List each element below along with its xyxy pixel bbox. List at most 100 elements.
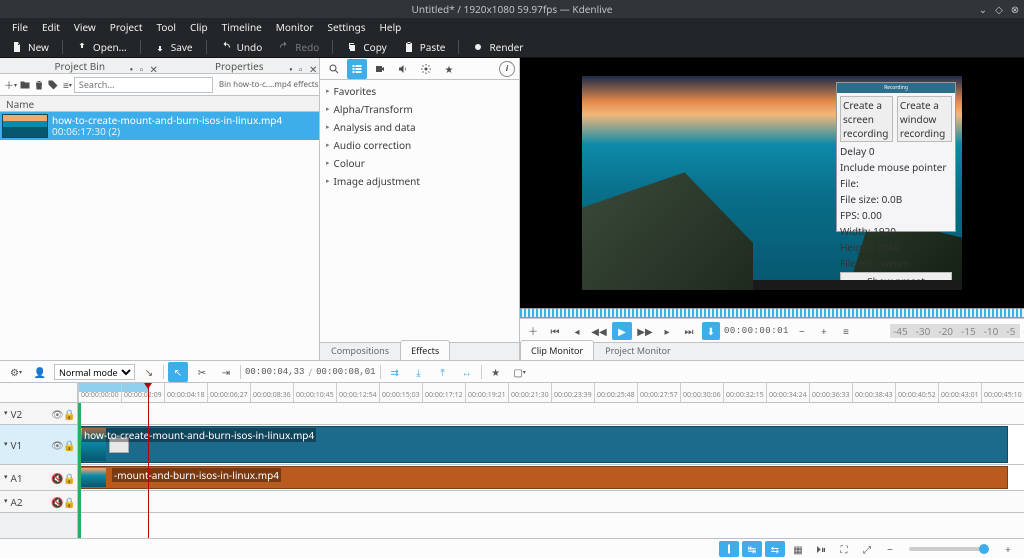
lock-icon[interactable]: 🔒 bbox=[63, 438, 73, 452]
lock-icon[interactable]: 🔒 bbox=[63, 407, 73, 421]
fx-cat-colour[interactable]: Colour bbox=[320, 154, 519, 172]
custom-effects-icon[interactable] bbox=[416, 59, 436, 79]
menu-file[interactable]: File bbox=[6, 18, 34, 36]
properties-tab[interactable]: Properties•▫✕ bbox=[160, 58, 320, 74]
snap-icon[interactable]: ⇆ bbox=[765, 541, 785, 557]
window-maximize-icon[interactable]: ◇ bbox=[994, 4, 1004, 14]
menu-timeline[interactable]: Timeline bbox=[216, 18, 268, 36]
clip-monitor-viewport[interactable]: Recording Create a screen recordingCreat… bbox=[520, 58, 1024, 308]
render-button[interactable]: Render bbox=[465, 37, 530, 57]
copy-button[interactable]: Copy bbox=[339, 37, 393, 57]
window-close-icon[interactable]: ⊗ bbox=[1010, 4, 1020, 14]
timeline-tracks[interactable]: 00:00:00:0000:00:02:0900:00:04:1800:00:0… bbox=[78, 383, 1024, 538]
menu-tool[interactable]: Tool bbox=[150, 18, 182, 36]
razor-tool-icon[interactable]: ✂ bbox=[192, 362, 212, 382]
tc-dec-icon[interactable]: − bbox=[793, 322, 811, 340]
trim-mode-icon[interactable]: ↘ bbox=[139, 362, 159, 382]
zone-icon[interactable]: ⬇ bbox=[702, 322, 720, 340]
tab-effects[interactable]: Effects bbox=[400, 340, 450, 360]
audio-effects-icon[interactable] bbox=[393, 59, 413, 79]
favorite-icon[interactable]: ★ bbox=[486, 362, 506, 382]
timeline-clip-video[interactable]: how-to-create-mount-and-burn-isos-in-lin… bbox=[78, 426, 1008, 463]
tab-compositions[interactable]: Compositions bbox=[320, 340, 400, 360]
delete-clip-icon[interactable] bbox=[33, 76, 45, 94]
options-icon[interactable]: ≡▾ bbox=[63, 76, 72, 94]
fx-cat-analysis[interactable]: Analysis and data bbox=[320, 118, 519, 136]
timeline-clip-audio[interactable]: -mount-and-burn-isos-in-linux.mp4 bbox=[78, 466, 1008, 489]
track-a2[interactable] bbox=[78, 491, 1024, 513]
menu-project[interactable]: Project bbox=[104, 18, 149, 36]
tag-icon[interactable] bbox=[47, 76, 59, 94]
fit-zoom-icon[interactable]: ⤢ bbox=[857, 541, 877, 557]
timeline-position[interactable]: 00:00:04,33 bbox=[245, 367, 304, 377]
preview-render-icon[interactable]: ▢▾ bbox=[510, 362, 530, 382]
tc-inc-icon[interactable]: + bbox=[815, 322, 833, 340]
track-compositing-icon[interactable]: 👤 bbox=[30, 362, 50, 382]
show-audio-icon[interactable]: ⏵⏸ bbox=[811, 541, 831, 557]
menu-help[interactable]: Help bbox=[374, 18, 408, 36]
snap-v-icon[interactable] bbox=[719, 541, 739, 557]
mute-icon[interactable]: 🔇 bbox=[51, 495, 61, 509]
go-next-icon[interactable]: ▸ bbox=[658, 322, 676, 340]
show-thumbs-icon[interactable]: ▦ bbox=[788, 541, 808, 557]
show-markers-icon[interactable]: ⛶ bbox=[834, 541, 854, 557]
tree-view-icon[interactable] bbox=[347, 59, 367, 79]
video-effects-icon[interactable] bbox=[370, 59, 390, 79]
monitor-ruler[interactable] bbox=[520, 308, 1024, 318]
fx-cat-audio[interactable]: Audio correction bbox=[320, 136, 519, 154]
undo-button[interactable]: Undo bbox=[213, 37, 270, 57]
timeline-ruler[interactable]: 00:00:00:0000:00:02:0900:00:04:1800:00:0… bbox=[78, 383, 1024, 403]
zoom-out-icon[interactable]: − bbox=[880, 541, 900, 557]
add-clip-icon[interactable]: ＋▾ bbox=[4, 76, 17, 94]
track-header-v2[interactable]: ▾V2👁🔒 bbox=[0, 403, 77, 425]
go-start-icon[interactable]: ⏮ bbox=[546, 322, 564, 340]
project-bin-tab[interactable]: Project Bin•▫✕ bbox=[0, 58, 160, 74]
menu-monitor[interactable]: Monitor bbox=[270, 18, 320, 36]
selection-tool-icon[interactable]: ↖ bbox=[168, 362, 188, 382]
track-a1[interactable]: -mount-and-burn-isos-in-linux.mp4 bbox=[78, 465, 1024, 491]
add-folder-icon[interactable] bbox=[19, 76, 31, 94]
spacer-tool-icon[interactable]: ⇥ bbox=[216, 362, 236, 382]
extract-zone-icon[interactable]: ↔ bbox=[457, 362, 477, 382]
new-button[interactable]: New bbox=[4, 37, 56, 57]
go-end-icon[interactable]: ⏭ bbox=[680, 322, 698, 340]
timeline-settings-icon[interactable]: ⚙▾ bbox=[6, 362, 26, 382]
mix-icon[interactable]: ⇉ bbox=[385, 362, 405, 382]
track-header-a2[interactable]: ▾A2🔇🔒 bbox=[0, 491, 77, 513]
monitor-timecode[interactable]: 00:00:00:01 bbox=[724, 326, 789, 336]
snap-h-icon[interactable]: ↹ bbox=[742, 541, 762, 557]
save-button[interactable]: Save bbox=[147, 37, 200, 57]
redo-button[interactable]: Redo bbox=[271, 37, 326, 57]
tab-project-monitor[interactable]: Project Monitor bbox=[594, 340, 682, 360]
bin-column-name[interactable]: Name bbox=[0, 96, 319, 112]
monitor-options-icon[interactable]: ≡ bbox=[837, 322, 855, 340]
fx-cat-favorites[interactable]: Favorites bbox=[320, 82, 519, 100]
rewind-icon[interactable]: ◀◀ bbox=[590, 322, 608, 340]
paste-button[interactable]: Paste bbox=[396, 37, 453, 57]
insert-zone-icon[interactable]: ⤓ bbox=[409, 362, 429, 382]
mute-icon[interactable]: 👁 bbox=[51, 407, 61, 421]
track-header-a1[interactable]: ▾A1🔇🔒 bbox=[0, 465, 77, 491]
mute-icon[interactable]: 🔇 bbox=[51, 471, 61, 485]
menu-clip[interactable]: Clip bbox=[184, 18, 214, 36]
forward-icon[interactable]: ▶▶ bbox=[636, 322, 654, 340]
tab-clip-monitor[interactable]: Clip Monitor bbox=[520, 340, 594, 360]
edit-mode-select[interactable]: Normal mode bbox=[54, 364, 135, 380]
playhead[interactable] bbox=[148, 383, 149, 538]
search-icon[interactable] bbox=[324, 59, 344, 79]
add-marker-icon[interactable]: ＋ bbox=[524, 322, 542, 340]
track-header-v1[interactable]: ▾V1👁🔒 bbox=[0, 425, 77, 465]
zoom-slider[interactable] bbox=[909, 547, 989, 551]
overwrite-zone-icon[interactable]: ⤒ bbox=[433, 362, 453, 382]
menu-settings[interactable]: Settings bbox=[321, 18, 371, 36]
fx-cat-alpha[interactable]: Alpha/Transform bbox=[320, 100, 519, 118]
fx-cat-image[interactable]: Image adjustment bbox=[320, 172, 519, 190]
mute-icon[interactable]: 👁 bbox=[51, 438, 61, 452]
lock-icon[interactable]: 🔒 bbox=[63, 471, 73, 485]
window-minimize-icon[interactable]: ⌄ bbox=[978, 4, 988, 14]
menu-view[interactable]: View bbox=[68, 18, 102, 36]
track-v1[interactable]: how-to-create-mount-and-burn-isos-in-lin… bbox=[78, 425, 1024, 465]
info-icon[interactable]: i bbox=[499, 61, 515, 77]
play-button[interactable]: ▶ bbox=[612, 322, 632, 340]
open-button[interactable]: Open... bbox=[69, 37, 134, 57]
